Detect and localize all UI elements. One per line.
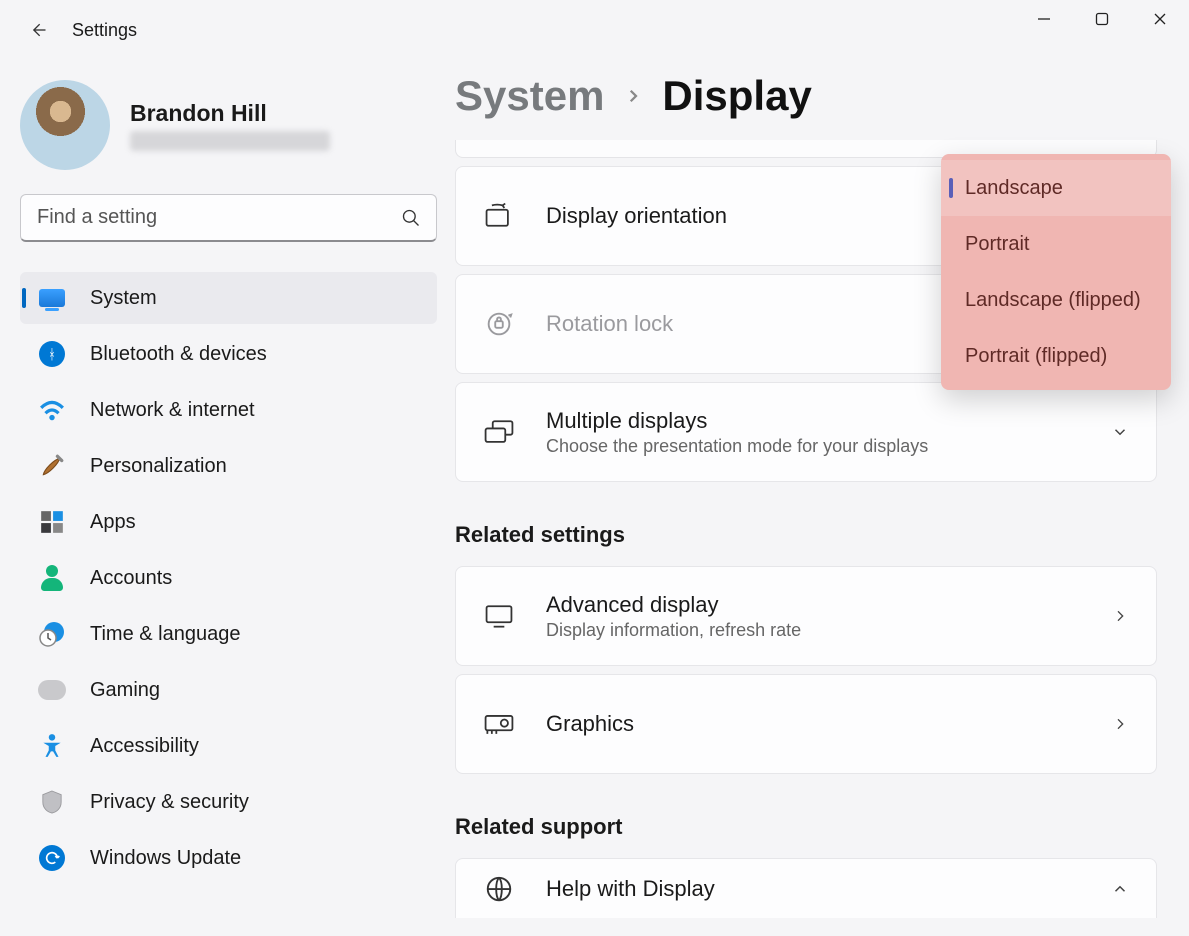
close-button[interactable] [1131,0,1189,38]
profile[interactable]: Brandon Hill [20,60,437,170]
sidebar-item-label: Privacy & security [90,791,249,814]
orientation-option-landscape[interactable]: Landscape [941,160,1171,216]
section-related-settings: Related settings [455,522,1157,548]
chevron-right-icon[interactable] [1104,708,1136,740]
card-title: Advanced display [546,592,1104,618]
sidebar-item-personalization[interactable]: Personalization [20,440,437,492]
card-title: Graphics [546,711,1104,737]
sidebar-item-label: Accounts [90,567,172,590]
search-input[interactable] [20,194,437,242]
breadcrumb-current: Display [662,72,811,120]
chevron-up-icon[interactable] [1104,873,1136,905]
bluetooth-icon: ᚼ [38,340,66,368]
maximize-button[interactable] [1073,0,1131,38]
sidebar-item-network[interactable]: Network & internet [20,384,437,436]
search-icon [401,208,421,228]
clock-globe-icon [38,620,66,648]
minimize-button[interactable] [1015,0,1073,38]
orientation-icon [482,199,516,233]
card-title: Help with Display [546,876,1104,902]
globe-icon [482,872,516,906]
apps-icon [38,508,66,536]
sidebar-item-gaming[interactable]: Gaming [20,664,437,716]
profile-name: Brandon Hill [130,100,330,127]
sidebar-item-label: Network & internet [90,399,255,422]
wifi-icon [38,396,66,424]
graphics-card-icon [482,707,516,741]
section-related-support: Related support [455,814,1157,840]
card-subtitle: Choose the presentation mode for your di… [546,436,1104,457]
rotation-lock-icon [482,307,516,341]
card-advanced-display[interactable]: Advanced display Display information, re… [455,566,1157,666]
accessibility-icon [38,732,66,760]
avatar [20,80,110,170]
window-title: Settings [72,20,137,41]
orientation-option-landscape-flipped[interactable]: Landscape (flipped) [941,272,1171,328]
sidebar-item-system[interactable]: System [20,272,437,324]
card-title: Multiple displays [546,408,1104,434]
sidebar-item-label: Windows Update [90,847,241,870]
sidebar-item-label: System [90,287,157,310]
sidebar-item-bluetooth[interactable]: ᚼ Bluetooth & devices [20,328,437,380]
chevron-right-icon[interactable] [1104,600,1136,632]
sidebar-item-accounts[interactable]: Accounts [20,552,437,604]
sidebar-item-label: Gaming [90,679,160,702]
orientation-dropdown[interactable]: Landscape Portrait Landscape (flipped) P… [941,154,1171,390]
accounts-icon [38,564,66,592]
sidebar-item-apps[interactable]: Apps [20,496,437,548]
sidebar-item-label: Apps [90,511,136,534]
card-multiple-displays[interactable]: Multiple displays Choose the presentatio… [455,382,1157,482]
sidebar-item-time-language[interactable]: Time & language [20,608,437,660]
sidebar-item-accessibility[interactable]: Accessibility [20,720,437,772]
back-button[interactable] [22,14,54,46]
orientation-option-portrait[interactable]: Portrait [941,216,1171,272]
monitor-icon [482,599,516,633]
breadcrumb: System Display [455,72,1157,120]
card-subtitle: Display information, refresh rate [546,620,1104,641]
sidebar-item-label: Accessibility [90,735,199,758]
chevron-down-icon[interactable] [1104,416,1136,448]
brush-icon [38,452,66,480]
chevron-right-icon [624,87,642,105]
system-icon [38,284,66,312]
breadcrumb-parent[interactable]: System [455,72,604,120]
sidebar-item-label: Bluetooth & devices [90,343,267,366]
orientation-option-portrait-flipped[interactable]: Portrait (flipped) [941,328,1171,384]
update-icon [38,844,66,872]
sidebar-item-windows-update[interactable]: Windows Update [20,832,437,884]
sidebar-item-label: Time & language [90,623,240,646]
card-graphics[interactable]: Graphics [455,674,1157,774]
sidebar-item-privacy[interactable]: Privacy & security [20,776,437,828]
gamepad-icon [38,676,66,704]
shield-icon [38,788,66,816]
profile-email-blurred [130,131,330,151]
multiple-displays-icon [482,415,516,449]
sidebar-item-label: Personalization [90,455,227,478]
card-help-display[interactable]: Help with Display [455,858,1157,918]
